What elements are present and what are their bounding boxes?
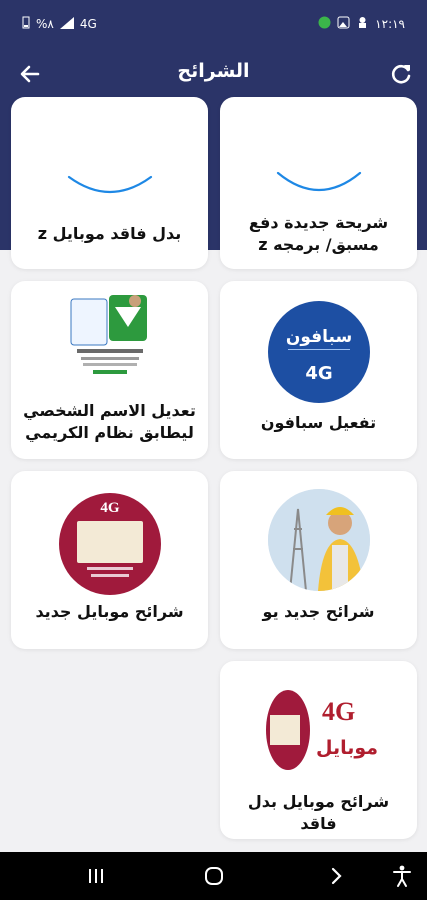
lost-logo-badge: 4G <box>322 697 356 726</box>
sabafon-logo-text: سبافون <box>285 327 353 347</box>
card-edit-name-kuraimi[interactable]: تعديل الاسم الشخصي ليطابق نظام الكريمي <box>11 281 208 459</box>
clock-time: ١٢:١٩ <box>375 17 405 31</box>
lost-logo-text: موبايل <box>316 737 379 759</box>
kuraimi-promo-image <box>69 293 151 379</box>
sabafon-4g-logo: سبافون 4G <box>268 301 370 403</box>
home-icon <box>205 867 223 885</box>
chevron-right-icon <box>331 867 342 885</box>
home-button[interactable] <box>202 864 226 888</box>
network-type: 4G <box>79 17 97 31</box>
card-label: تفعيل سبافون <box>260 413 377 432</box>
mobile-4g-logo: 4G <box>59 493 161 595</box>
page-title: الشرائح <box>177 60 250 82</box>
card-label: شرائح جديد يو <box>262 602 375 621</box>
recent-apps-button[interactable] <box>84 864 108 888</box>
back-nav-button[interactable] <box>324 864 348 888</box>
card-lost-mobile-z[interactable]: بدل فاقد موبايل z <box>11 97 208 269</box>
recent-apps-icon <box>89 869 103 883</box>
battery-icon <box>22 16 30 32</box>
app-bar: الشرائح <box>0 48 427 100</box>
card-label: تعديل الاسم الشخصي ليطابق نظام الكريمي <box>23 401 196 442</box>
status-left: %٨ 4G <box>22 16 97 32</box>
engineer-tower-photo <box>268 489 370 591</box>
system-nav-bar <box>0 852 427 900</box>
gallery-icon <box>337 16 350 32</box>
mobile-4g-lost-logo: 4G موبايل <box>266 689 379 771</box>
accessibility-button[interactable] <box>390 864 414 888</box>
card-activate-sabafon[interactable]: سبافون 4G تفعيل سبافون <box>220 281 417 459</box>
card-label: بدل فاقد موبايل z <box>37 224 182 243</box>
whatsapp-icon <box>318 16 331 32</box>
sabafon-badge: 4G <box>305 363 333 384</box>
card-mobile-lost-replacement[interactable]: 4G موبايل شرائح موبايل بدل فاقد <box>220 661 417 839</box>
loading-spinner-icon <box>67 175 153 194</box>
signal-icon <box>59 16 74 32</box>
mobile-badge: 4G <box>100 500 120 516</box>
card-new-mobile-sim[interactable]: 4G شرائح موبايل جديد <box>11 471 208 649</box>
status-right: ١٢:١٩ <box>318 16 405 32</box>
card-label: شريحة جديدة دفع مسبق/ برمجه z <box>248 213 389 254</box>
refresh-icon <box>391 64 411 84</box>
card-label: شرائح موبايل جديد <box>35 602 184 621</box>
loading-spinner-icon <box>276 171 362 192</box>
battery-text: %٨ <box>36 17 54 31</box>
card-label: شرائح موبايل بدل فاقد <box>247 792 390 833</box>
accessibility-icon <box>393 865 411 887</box>
notification-icon <box>356 16 369 32</box>
card-new-prepaid-sim[interactable]: شريحة جديدة دفع مسبق/ برمجه z <box>220 97 417 269</box>
status-bar: %٨ 4G ١٢:١٩ <box>0 0 427 48</box>
card-new-you-sim[interactable]: شرائح جديد يو <box>220 471 417 649</box>
refresh-button[interactable] <box>387 60 415 88</box>
